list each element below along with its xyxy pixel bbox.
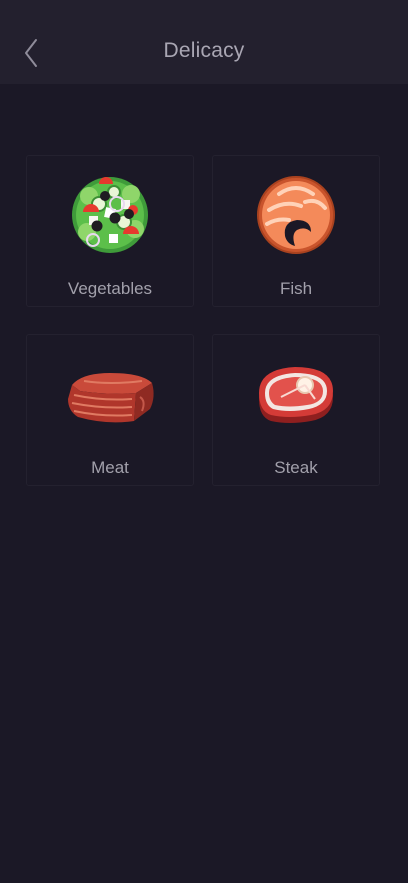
meat-icon [68,373,154,423]
category-label-steak: Steak [274,458,318,477]
category-tile-steak[interactable]: Steak [212,334,380,486]
header-bar: Delicacy [0,0,408,84]
category-label-vegetables: Vegetables [67,279,153,298]
category-tile-fish[interactable]: Fish [212,155,380,307]
category-label-meat: Meat [91,458,129,477]
category-tile-meat[interactable]: Meat [26,334,194,486]
page-title: Delicacy [163,39,245,62]
category-tile-vegetables[interactable]: Vegetables [26,155,194,307]
salmon-icon [257,176,335,254]
steak-icon [259,367,333,423]
category-label-fish: Fish [279,279,313,298]
salad-icon [72,177,148,253]
